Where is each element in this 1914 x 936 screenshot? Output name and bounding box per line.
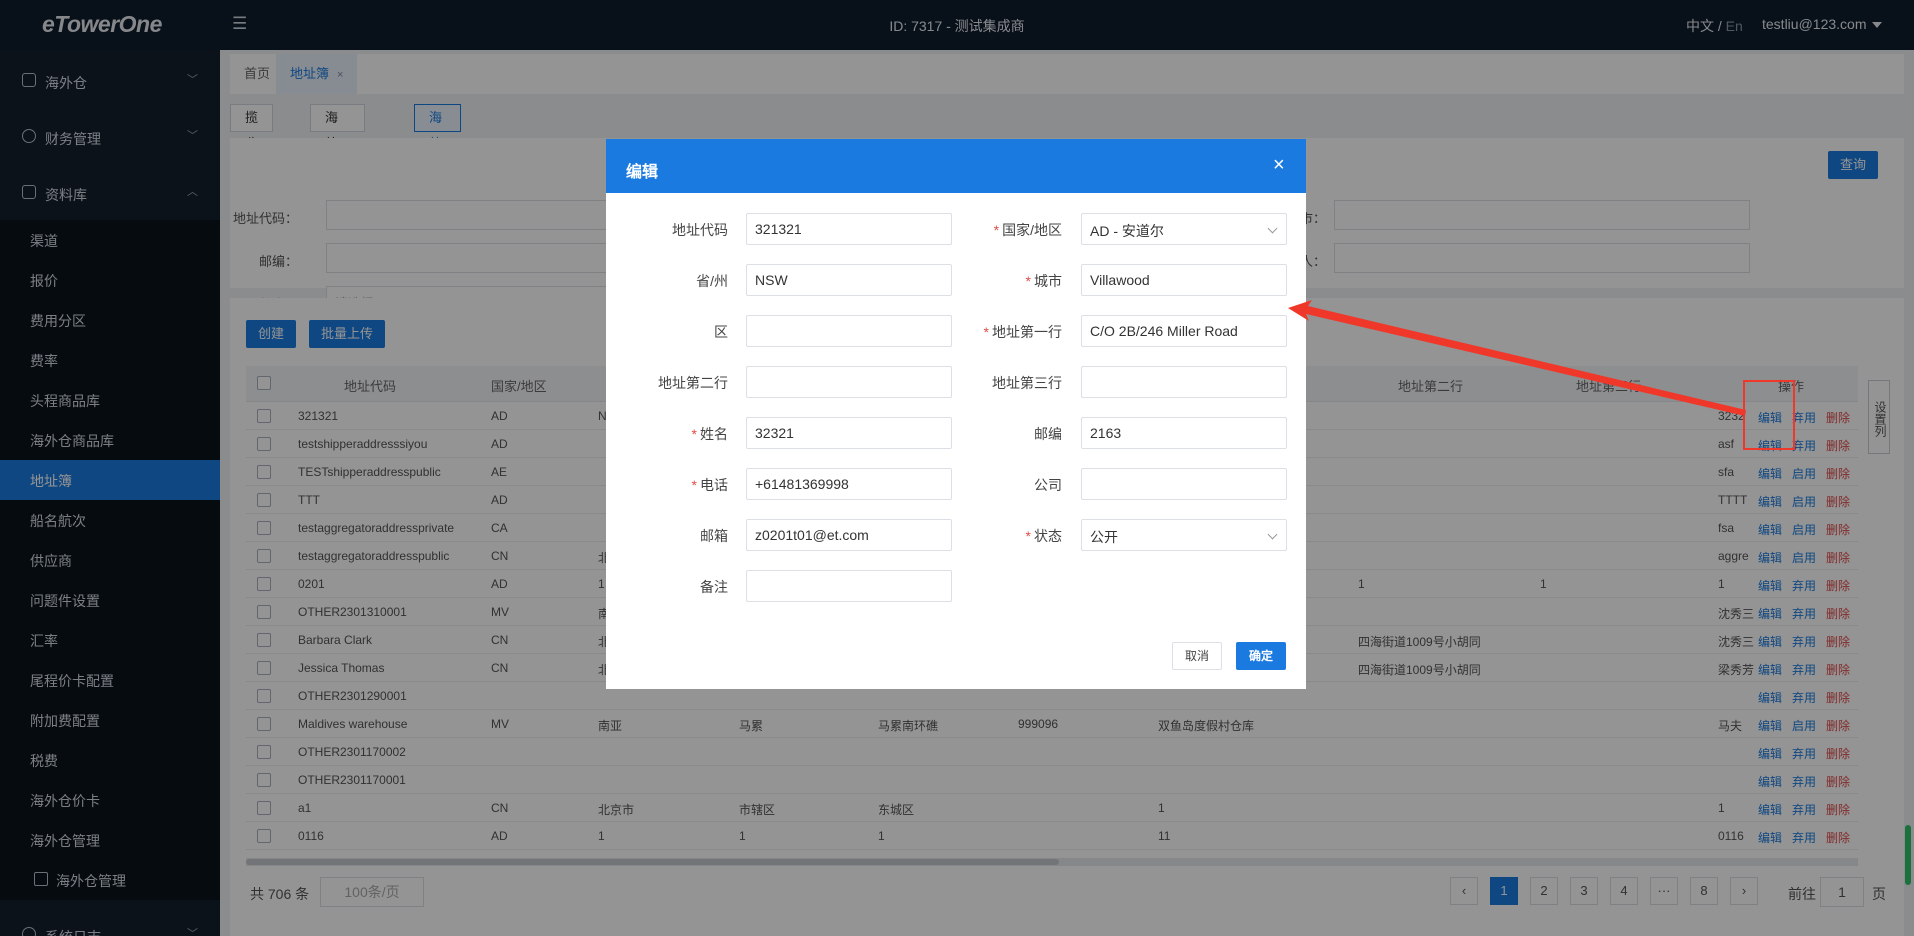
label-text: 公司 [1034,477,1062,493]
required-mark: * [983,324,989,340]
email-label: 邮箱 [606,526,728,546]
address1-label: * 地址第一行 [940,322,1062,342]
phone-input[interactable]: +61481369998 [746,468,952,500]
address1-input[interactable]: C/O 2B/246 Miller Road [1081,315,1287,347]
label-text: 邮箱 [700,528,728,544]
label-text: 国家/地区 [1002,222,1062,238]
company-input[interactable] [1081,468,1287,500]
close-icon[interactable]: × [1273,154,1285,177]
label-text: 姓名 [700,426,728,442]
status-label: * 状态 [940,526,1062,546]
country-label: * 国家/地区 [940,220,1062,240]
province-input[interactable]: NSW [746,264,952,296]
address2-label: 地址第二行 [606,373,728,393]
required-mark: * [1025,528,1031,544]
highlight-box [1743,380,1795,450]
required-mark: * [691,477,697,493]
country-select[interactable]: AD - 安道尔 [1081,213,1287,245]
required-mark: * [1025,273,1031,289]
label-text: 状态 [1034,528,1062,544]
confirm-button[interactable]: 确定 [1236,642,1286,670]
address-code-input[interactable]: 321321 [746,213,952,245]
postcode-input[interactable]: 2163 [1081,417,1287,449]
district-input[interactable] [746,315,952,347]
name-label: * 姓名 [606,424,728,444]
label-text: 备注 [700,579,728,595]
address-code-label: 地址代码 [606,220,728,240]
label-text: 地址第二行 [658,375,728,391]
label-text: 区 [714,324,728,340]
label-text: 电话 [700,477,728,493]
city-input[interactable]: Villawood [1081,264,1287,296]
postcode-label: 邮编 [940,424,1062,444]
city-label: * 城市 [940,271,1062,291]
cancel-button[interactable]: 取消 [1172,642,1222,670]
company-label: 公司 [940,475,1062,495]
label-text: 省/州 [696,273,728,289]
name-input[interactable]: 32321 [746,417,952,449]
label-text: 地址代码 [672,222,728,238]
remark-input[interactable] [746,570,952,602]
phone-label: * 电话 [606,475,728,495]
address3-label: 地址第三行 [940,373,1062,393]
label-text: 地址第三行 [992,375,1062,391]
address3-input[interactable] [1081,366,1287,398]
remark-label: 备注 [606,577,728,597]
required-mark: * [691,426,697,442]
label-text: 地址第一行 [992,324,1062,340]
address2-input[interactable] [746,366,952,398]
dialog-title: 编辑 [626,164,659,181]
status-select[interactable]: 公开 [1081,519,1287,551]
province-label: 省/州 [606,271,728,291]
label-text: 邮编 [1034,426,1062,442]
district-label: 区 [606,322,728,342]
email-input[interactable]: z0201t01@et.com [746,519,952,551]
edit-address-dialog: 编辑 × 地址代码 321321 * 国家/地区 AD - 安道尔 省/州 NSW… [606,139,1306,689]
label-text: 城市 [1034,273,1062,289]
dialog-header: 编辑 × [606,139,1306,193]
required-mark: * [993,222,1000,238]
